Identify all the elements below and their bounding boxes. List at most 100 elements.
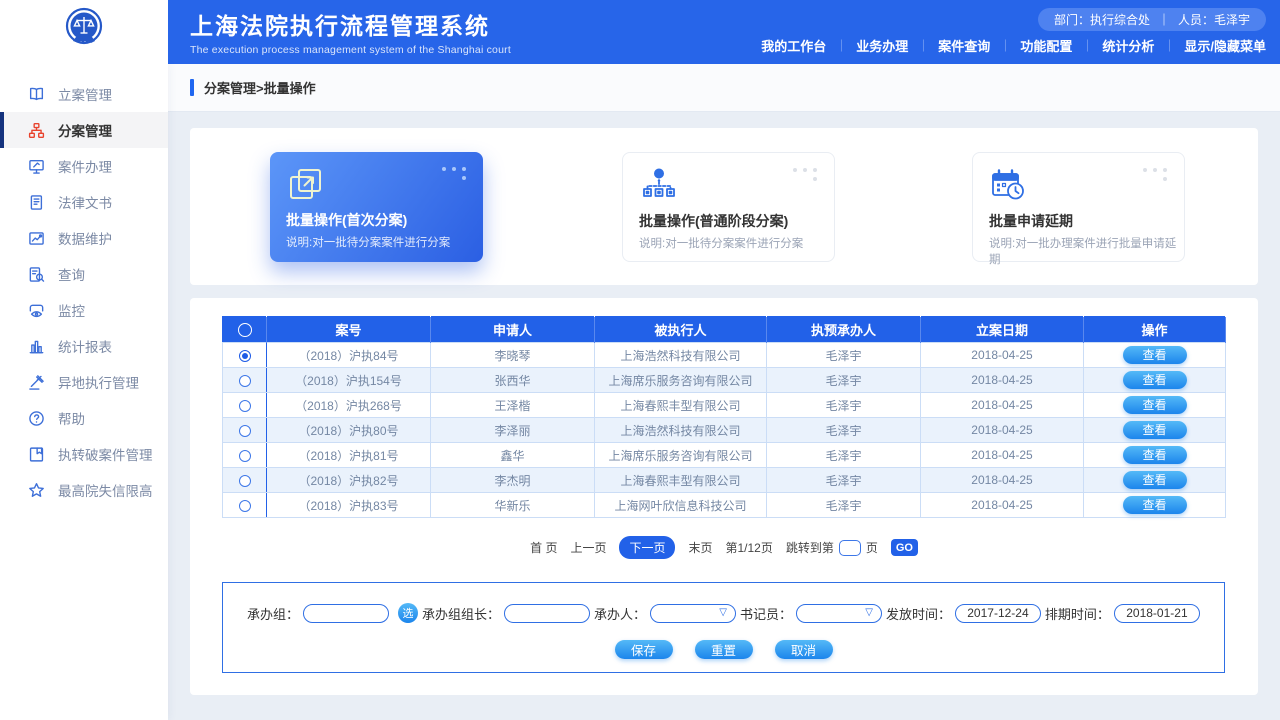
table-row-4[interactable]: （2018）沪执81号鑫华上海席乐服务咨询有限公司毛泽宇2018-04-25查看 bbox=[223, 443, 1226, 468]
sidebar-item-6[interactable]: 监控 bbox=[0, 292, 168, 328]
sidebar-item-11[interactable]: 最高院失信限高 bbox=[0, 472, 168, 508]
handler: 毛泽宇 bbox=[767, 468, 921, 493]
app-title: 上海法院执行流程管理系统 bbox=[190, 7, 511, 41]
pagination-first-button[interactable]: 首 页 bbox=[530, 539, 557, 556]
sidebar-item-3[interactable]: 法律文书 bbox=[0, 184, 168, 220]
filing-date: 2018-04-25 bbox=[921, 343, 1084, 368]
case-number: （2018）沪执83号 bbox=[267, 493, 431, 518]
select-all-radio[interactable] bbox=[238, 323, 252, 337]
person-label: 人员：毛泽宇 bbox=[1178, 11, 1250, 28]
row-select-radio[interactable] bbox=[239, 375, 251, 387]
column-header: 被执行人 bbox=[595, 317, 767, 343]
form-field-2: 承办人：▽ bbox=[594, 604, 736, 623]
row-select-radio[interactable] bbox=[239, 500, 251, 512]
nav-separator: ｜ bbox=[1163, 37, 1175, 54]
row-select-radio[interactable] bbox=[239, 350, 251, 362]
applicant: 李杰明 bbox=[431, 468, 595, 493]
pagination-last-button[interactable]: 末页 bbox=[688, 539, 712, 556]
case-number: （2018）沪执82号 bbox=[267, 468, 431, 493]
nav-item-3[interactable]: 功能配置 bbox=[1020, 36, 1072, 55]
filing-date: 2018-04-25 bbox=[921, 418, 1084, 443]
table-row-3[interactable]: （2018）沪执80号李泽丽上海浩然科技有限公司毛泽宇2018-04-25查看 bbox=[223, 418, 1226, 443]
jump-prefix-label: 跳转到第 bbox=[786, 539, 834, 556]
function-card-2[interactable]: 批量申请延期说明:对一批办理案件进行批量申请延期 bbox=[972, 152, 1185, 262]
form-field-3: 书记员：▽ bbox=[740, 604, 882, 623]
table-row-5[interactable]: （2018）沪执82号李杰明上海春熙丰型有限公司毛泽宇2018-04-25查看 bbox=[223, 468, 1226, 493]
row-select-radio[interactable] bbox=[239, 400, 251, 412]
monitor-eye-icon bbox=[28, 302, 45, 319]
view-button[interactable]: 查看 bbox=[1123, 446, 1187, 464]
breadcrumb-strip: 分案管理>批量操作 bbox=[168, 64, 1280, 112]
pagination: 首 页 上一页 下一页 末页 第1/12页 跳转到第 页 GO bbox=[190, 536, 1258, 559]
breadcrumb-accent-bar bbox=[190, 79, 194, 96]
cancel-button[interactable]: 取消 bbox=[775, 640, 833, 659]
respondent: 上海春熙丰型有限公司 bbox=[595, 393, 767, 418]
handler: 毛泽宇 bbox=[767, 443, 921, 468]
form-field-5: 排期时间：2018-01-21 bbox=[1045, 604, 1200, 623]
table-row-1[interactable]: （2018）沪执154号张西华上海席乐服务咨询有限公司毛泽宇2018-04-25… bbox=[223, 368, 1226, 393]
go-button[interactable]: GO bbox=[891, 539, 918, 556]
nav-separator: ｜ bbox=[835, 37, 847, 54]
case-number: （2018）沪执81号 bbox=[267, 443, 431, 468]
sidebar-item-9[interactable]: 帮助 bbox=[0, 400, 168, 436]
respondent: 上海浩然科技有限公司 bbox=[595, 418, 767, 443]
batch-first-assign-icon bbox=[286, 165, 326, 201]
field-date-input[interactable]: 2017-12-24 bbox=[955, 604, 1041, 623]
sidebar-item-8[interactable]: 异地执行管理 bbox=[0, 364, 168, 400]
field-dropdown[interactable]: ▽ bbox=[650, 604, 736, 623]
org-chart-icon bbox=[28, 122, 45, 139]
respondent: 上海春熙丰型有限公司 bbox=[595, 468, 767, 493]
nav-separator: ｜ bbox=[999, 37, 1011, 54]
assign-form-buttons: 保存 重置 取消 bbox=[223, 640, 1224, 659]
field-text-input[interactable] bbox=[303, 604, 389, 623]
card-description: 说明:对一批待分案案件进行分案 bbox=[639, 235, 803, 251]
page-jump-input[interactable] bbox=[839, 540, 861, 556]
sidebar-item-1[interactable]: 分案管理 bbox=[0, 112, 168, 148]
nav-item-0[interactable]: 我的工作台 bbox=[761, 36, 826, 55]
sidebar-item-label: 执转破案件管理 bbox=[58, 444, 153, 464]
field-label: 排期时间： bbox=[1045, 604, 1110, 623]
field-date-input[interactable]: 2018-01-21 bbox=[1114, 604, 1200, 623]
sidebar-item-2[interactable]: 案件办理 bbox=[0, 148, 168, 184]
sidebar-item-10[interactable]: 执转破案件管理 bbox=[0, 436, 168, 472]
field-text-input[interactable] bbox=[504, 604, 590, 623]
view-button[interactable]: 查看 bbox=[1123, 371, 1187, 389]
view-button[interactable]: 查看 bbox=[1123, 471, 1187, 489]
row-select-radio[interactable] bbox=[239, 450, 251, 462]
handler: 毛泽宇 bbox=[767, 393, 921, 418]
pagination-prev-button[interactable]: 上一页 bbox=[570, 539, 606, 556]
table-row-6[interactable]: （2018）沪执83号华新乐上海网叶欣信息科技公司毛泽宇2018-04-25查看 bbox=[223, 493, 1226, 518]
view-button[interactable]: 查看 bbox=[1123, 396, 1187, 414]
field-dropdown[interactable]: ▽ bbox=[796, 604, 882, 623]
function-card-1[interactable]: 批量操作(普通阶段分案)说明:对一批待分案案件进行分案 bbox=[622, 152, 835, 262]
gavel-icon bbox=[28, 374, 45, 391]
field-label: 发放时间： bbox=[886, 604, 951, 623]
sidebar-item-0[interactable]: 立案管理 bbox=[0, 76, 168, 112]
row-select-radio[interactable] bbox=[239, 475, 251, 487]
pick-button[interactable]: 选 bbox=[398, 603, 418, 623]
column-header: 操作 bbox=[1084, 317, 1226, 343]
court-logo-area bbox=[0, 0, 168, 64]
nav-item-5[interactable]: 显示/隐藏菜单 bbox=[1184, 36, 1266, 55]
save-button[interactable]: 保存 bbox=[615, 640, 673, 659]
view-button[interactable]: 查看 bbox=[1123, 496, 1187, 514]
table-row-2[interactable]: （2018）沪执268号王泽楷上海春熙丰型有限公司毛泽宇2018-04-25查看 bbox=[223, 393, 1226, 418]
sidebar-item-4[interactable]: 数据维护 bbox=[0, 220, 168, 256]
view-button[interactable]: 查看 bbox=[1123, 346, 1187, 364]
table-row-0[interactable]: （2018）沪执84号李晓琴上海浩然科技有限公司毛泽宇2018-04-25查看 bbox=[223, 343, 1226, 368]
nav-item-2[interactable]: 案件查询 bbox=[938, 36, 990, 55]
view-button[interactable]: 查看 bbox=[1123, 421, 1187, 439]
sidebar-item-5[interactable]: 查询 bbox=[0, 256, 168, 292]
column-header: 执预承办人 bbox=[767, 317, 921, 343]
function-card-0[interactable]: 批量操作(首次分案)说明:对一批待分案案件进行分案 bbox=[270, 152, 483, 262]
card-description: 说明:对一批办理案件进行批量申请延期 bbox=[989, 235, 1184, 267]
case-number: （2018）沪执80号 bbox=[267, 418, 431, 443]
nav-item-4[interactable]: 统计分析 bbox=[1102, 36, 1154, 55]
user-pill-separator: ｜ bbox=[1158, 11, 1170, 28]
reset-button[interactable]: 重置 bbox=[695, 640, 753, 659]
row-select-radio[interactable] bbox=[239, 425, 251, 437]
nav-item-1[interactable]: 业务办理 bbox=[856, 36, 908, 55]
sidebar-item-7[interactable]: 统计报表 bbox=[0, 328, 168, 364]
pagination-next-button[interactable]: 下一页 bbox=[619, 536, 675, 559]
field-label: 承办组组长： bbox=[422, 604, 500, 623]
